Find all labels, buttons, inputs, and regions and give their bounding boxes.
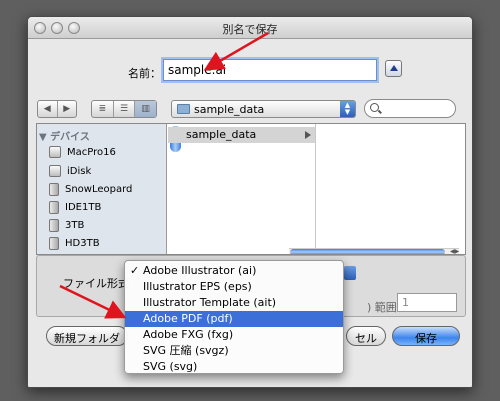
arrow-to-filename (203, 31, 269, 71)
arrow-to-pdf-option (59, 284, 127, 319)
annotation-arrows (59, 31, 269, 319)
